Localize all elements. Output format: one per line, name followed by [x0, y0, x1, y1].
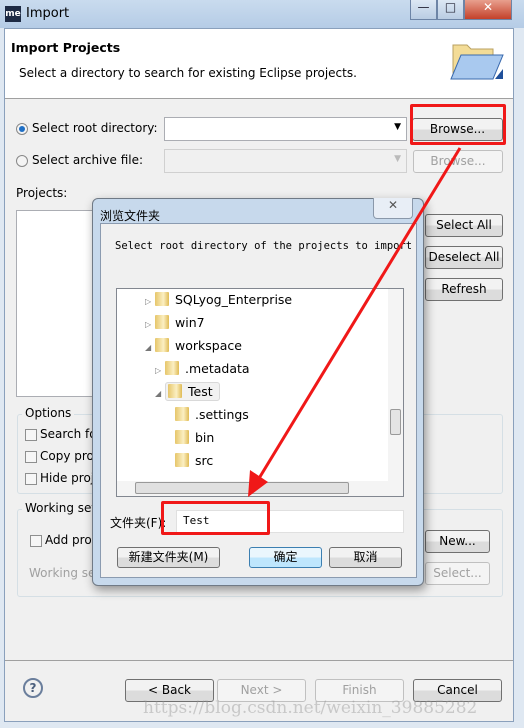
- annotation-arrow: [248, 147, 462, 497]
